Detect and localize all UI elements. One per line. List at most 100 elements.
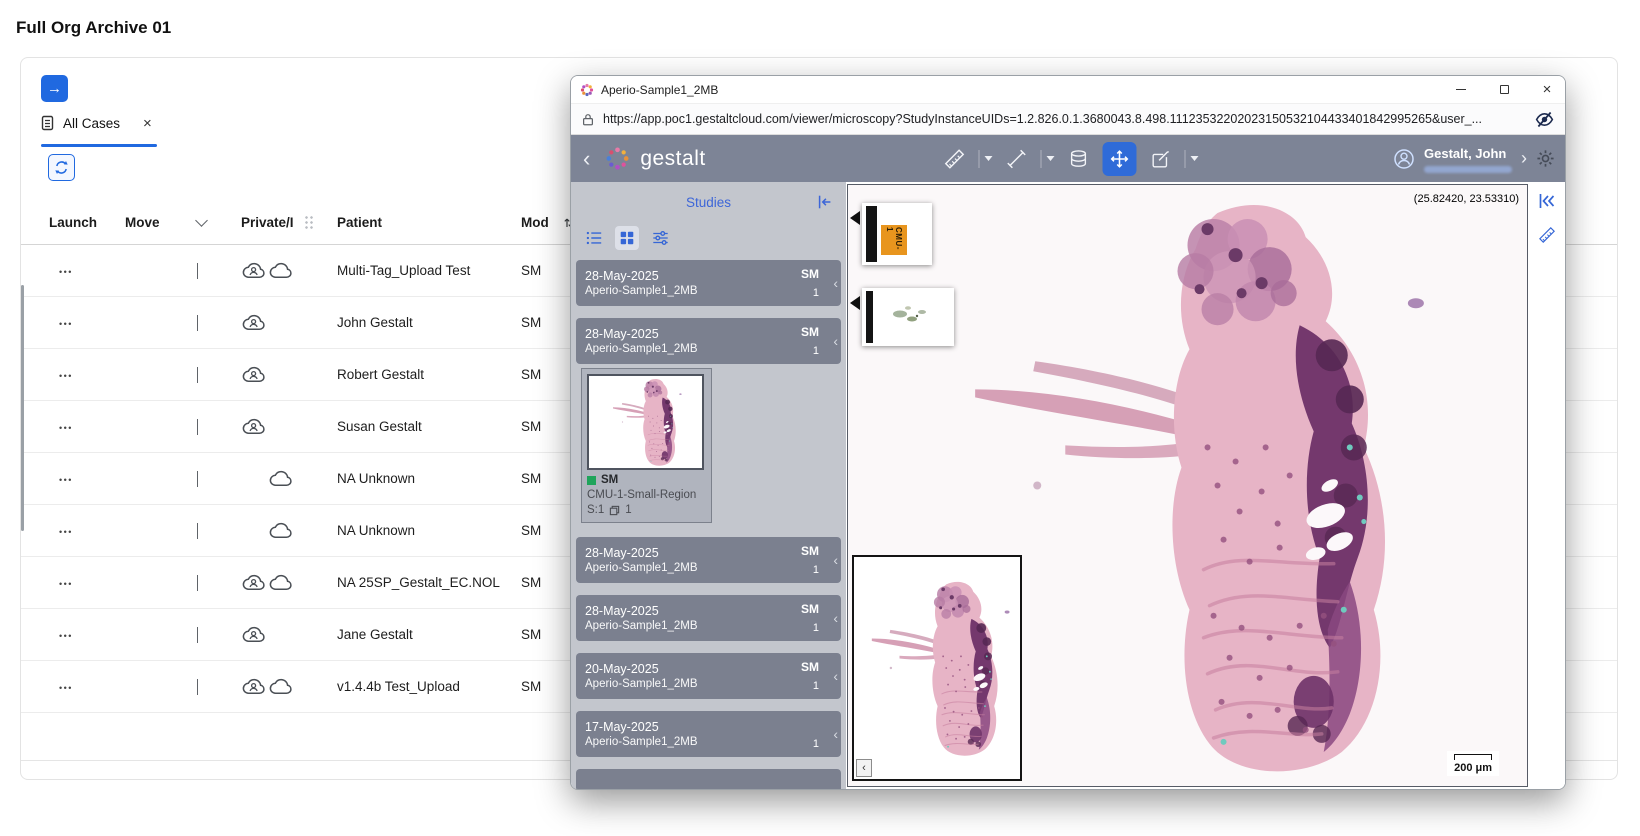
patient-name: NA Unknown <box>337 471 501 486</box>
sliders-icon <box>651 229 670 247</box>
url-input[interactable]: https://app.poc1.gestaltcloud.com/viewer… <box>603 112 1526 126</box>
chevron-down-icon[interactable] <box>197 315 198 331</box>
series-thumbnail-card[interactable]: SM CMU-1-Small-Region S:1 1 <box>581 368 712 523</box>
study-card[interactable]: 28-May-2025 Aperio-Sample1_2MB SM 1 ‹ <box>576 260 841 306</box>
cloud-icon <box>268 262 294 280</box>
card-collapse-icon[interactable]: ‹ <box>833 668 838 684</box>
chevron-down-icon[interactable] <box>197 419 198 435</box>
user-subtitle-blur <box>1424 166 1512 173</box>
minimize-button[interactable] <box>1443 76 1479 103</box>
ruler-tool-dropdown[interactable] <box>979 150 993 168</box>
series-thumbnail-image[interactable] <box>587 374 704 470</box>
annotate-tool-dropdown[interactable] <box>1185 150 1199 168</box>
study-card[interactable]: 20-May-2025 Aperio-Sample1_2MB SM 1 ‹ <box>576 653 841 699</box>
tab-all-cases[interactable]: All Cases × <box>41 108 152 138</box>
patient-name: John Gestalt <box>337 315 501 330</box>
maximize-button[interactable] <box>1486 76 1522 103</box>
list-view-button[interactable] <box>582 226 606 250</box>
slide-canvas[interactable]: CMU-1 (25.82420, <box>847 184 1528 787</box>
study-card[interactable]: 28-May-2025 Aperio-Sample1_2MB SM 1 ‹ <box>576 537 841 583</box>
row-menu-button[interactable]: ••• <box>59 475 73 485</box>
chevron-down-icon[interactable] <box>197 263 198 279</box>
studies-title[interactable]: Studies <box>686 195 731 210</box>
cloud-user-icon <box>241 626 267 644</box>
study-card[interactable]: 28-May-2025 Aperio-Sample1_2MB SM 1 ‹ <box>576 595 841 641</box>
study-card[interactable]: 28-May-2025 Aperio-Sample1_2MB SM 1 ‹ <box>576 318 841 364</box>
close-button[interactable]: × <box>1529 76 1565 103</box>
card-collapse-icon[interactable]: ‹ <box>833 552 838 568</box>
overview-inset[interactable]: ‹ <box>852 555 1022 781</box>
chevron-down-icon[interactable] <box>197 471 198 487</box>
chevron-down-icon[interactable] <box>197 679 198 695</box>
study-card[interactable]: 17-May-2025 Aperio-Sample1_2MB 1 ‹ <box>576 711 841 757</box>
pan-tool[interactable] <box>1103 142 1137 176</box>
card-collapse-icon[interactable]: ‹ <box>833 610 838 626</box>
cloud-user-icon <box>241 314 267 332</box>
row-menu-button[interactable]: ••• <box>59 683 73 693</box>
eye-off-icon[interactable] <box>1534 109 1555 130</box>
row-menu-button[interactable]: ••• <box>59 423 73 433</box>
layers-tool[interactable] <box>1062 142 1096 176</box>
chevron-down-icon[interactable] <box>197 627 198 643</box>
macro-slide-thumbnail[interactable] <box>862 288 954 346</box>
chevron-down-icon[interactable] <box>197 575 198 591</box>
refresh-button[interactable] <box>48 154 75 181</box>
annotate-tool[interactable] <box>1144 142 1178 176</box>
back-button[interactable]: ‹ <box>583 148 590 170</box>
user-menu[interactable]: Gestalt, John › <box>1393 145 1555 173</box>
cursor-coordinates: (25.82420, 23.53310) <box>1414 193 1519 205</box>
copy-icon <box>609 505 620 516</box>
close-icon: × <box>1543 82 1552 97</box>
series-name: CMU-1-Small-Region <box>587 489 706 501</box>
study-card-list: 28-May-2025 Aperio-Sample1_2MB SM 1 ‹ 28… <box>571 254 846 789</box>
study-date: 28-May-2025 <box>585 269 698 283</box>
measure-ruler-tool[interactable] <box>938 142 972 176</box>
desktop: Full Org Archive 01 → All Cases × Laun <box>0 0 1640 836</box>
collapse-panel-icon[interactable] <box>816 193 834 211</box>
row-menu-button[interactable]: ••• <box>59 319 73 329</box>
expand-right-panel-icon[interactable] <box>1537 191 1557 211</box>
study-description: Aperio-Sample1_2MB <box>585 736 698 748</box>
cloud-user-icon <box>241 574 267 592</box>
row-menu-button[interactable]: ••• <box>59 631 73 641</box>
study-description: Aperio-Sample1_2MB <box>585 562 698 574</box>
go-button[interactable]: → <box>41 75 68 102</box>
study-card-partial[interactable] <box>576 769 841 789</box>
viewer-window: Aperio-Sample1_2MB × https://app.poc1.ge… <box>570 75 1566 790</box>
row-menu-button[interactable]: ••• <box>59 371 73 381</box>
card-collapse-icon[interactable]: ‹ <box>833 726 838 742</box>
header-patient: Patient <box>337 215 501 230</box>
gear-icon[interactable] <box>1536 149 1555 168</box>
inset-collapse-button[interactable]: ‹ <box>856 759 872 777</box>
grid-view-button[interactable] <box>615 226 639 250</box>
series-copy-count: 1 <box>625 504 631 516</box>
chevron-down-icon <box>985 156 993 161</box>
header-private: Private/I <box>241 215 337 230</box>
chevron-down-icon[interactable] <box>197 367 198 383</box>
measure-line-tool[interactable] <box>1000 142 1034 176</box>
chevron-down-icon[interactable] <box>197 523 198 539</box>
studies-header: Studies <box>571 182 846 222</box>
line-tool-dropdown[interactable] <box>1041 150 1055 168</box>
card-collapse-icon[interactable]: ‹ <box>833 275 838 291</box>
filter-settings-button[interactable] <box>648 226 672 250</box>
label-slide-thumbnail[interactable]: CMU-1 <box>862 203 932 265</box>
divider <box>1041 150 1042 168</box>
ruler-icon <box>944 148 966 170</box>
window-titlebar[interactable]: Aperio-Sample1_2MB × <box>571 76 1565 103</box>
header-expand[interactable] <box>197 220 241 225</box>
tab-close-icon[interactable]: × <box>143 115 152 132</box>
measure-panel-icon[interactable] <box>1538 226 1556 244</box>
row-menu-button[interactable]: ••• <box>59 579 73 589</box>
cloud-user-icon <box>241 678 267 696</box>
row-menu-button[interactable]: ••• <box>59 527 73 537</box>
forward-chevron-icon[interactable]: › <box>1521 148 1527 169</box>
line-measure-icon <box>1006 148 1028 170</box>
chevron-down-icon <box>1191 156 1199 161</box>
column-handle-icon[interactable] <box>304 215 314 230</box>
card-collapse-icon[interactable]: ‹ <box>833 333 838 349</box>
series-meta: SM CMU-1-Small-Region S:1 1 <box>587 474 706 516</box>
scrollbar-thumb[interactable] <box>21 285 24 531</box>
row-menu-button[interactable]: ••• <box>59 267 73 277</box>
study-count: 1 <box>813 564 819 576</box>
